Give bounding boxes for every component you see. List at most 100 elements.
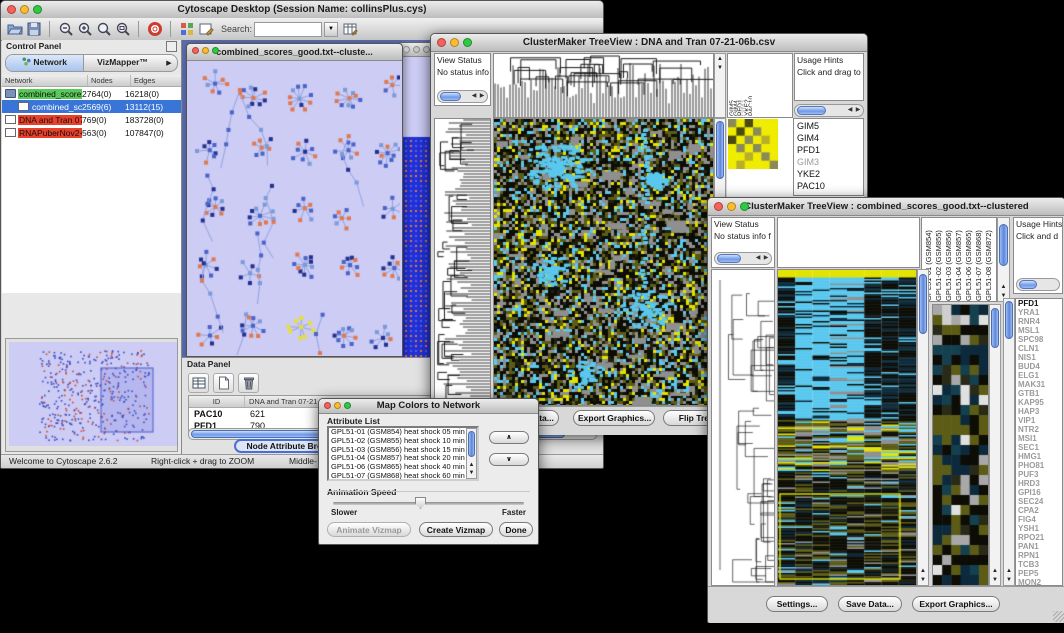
move-up-button[interactable]: ∧	[489, 431, 529, 444]
vscroll-thumb[interactable]	[1005, 301, 1013, 339]
gene-label[interactable]: SPC98	[1018, 335, 1062, 344]
tab-vizmapper[interactable]: VizMapper™	[84, 55, 161, 71]
gene-label[interactable]: ELG1	[1018, 371, 1062, 380]
usage-hints-scrollbar[interactable]	[1016, 278, 1060, 291]
gene-label[interactable]: CPA2	[1018, 506, 1062, 515]
scroll-up-icon[interactable]	[998, 283, 1009, 292]
column-label[interactable]: GPL51-03 (GSM856)	[944, 219, 954, 301]
scroll-thumb[interactable]	[1019, 280, 1037, 289]
gene-label[interactable]: MSL1	[1018, 326, 1062, 335]
view-status-scrollbar[interactable]	[714, 252, 772, 265]
speed-slider-track[interactable]	[333, 502, 524, 505]
scroll-down-icon[interactable]	[918, 576, 928, 585]
column-label[interactable]: GPL51-06 (GSM865)	[964, 219, 974, 301]
zoom-out-icon[interactable]	[56, 20, 75, 38]
gene-label[interactable]: YSH1	[1018, 524, 1062, 533]
gene-label[interactable]: PHO81	[1018, 461, 1062, 470]
minimize-icon[interactable]	[450, 38, 459, 47]
create-vizmap-button[interactable]: Create Vizmap	[419, 522, 493, 537]
treeview2-titlebar[interactable]: ClusterMaker TreeView : combined_scores_…	[708, 198, 1064, 216]
scroll-down-icon[interactable]	[715, 64, 725, 73]
scroll-left-icon[interactable]	[846, 105, 854, 116]
zoom-window-icon[interactable]	[463, 38, 472, 47]
col-id[interactable]: ID	[189, 396, 245, 407]
column-dendrogram-canvas[interactable]	[494, 54, 713, 117]
gene-label[interactable]: HRD3	[1018, 479, 1062, 488]
row-dendrogram-canvas[interactable]	[435, 119, 490, 405]
scroll-up-icon[interactable]	[990, 567, 1000, 576]
heatmap-canvas[interactable]	[778, 270, 916, 585]
gene-label[interactable]: PFD1	[1018, 299, 1062, 308]
column-label[interactable]: PAC10	[748, 55, 752, 116]
trash-icon[interactable]	[238, 373, 259, 393]
scroll-down-icon[interactable]	[1004, 576, 1014, 585]
save-icon[interactable]	[24, 20, 43, 38]
zoom-selected-icon[interactable]	[94, 20, 113, 38]
gene-label[interactable]: GPI16	[1018, 488, 1062, 497]
vizmapper-icon[interactable]	[177, 20, 196, 38]
export-graphics-button[interactable]: Export Graphics...	[912, 596, 1000, 612]
traffic-lights[interactable]	[324, 402, 351, 409]
new-doc-icon[interactable]	[213, 373, 234, 393]
gene-label[interactable]: HMG1	[1018, 452, 1062, 461]
column-label[interactable]: GPL51-02 (GSM855)	[934, 219, 944, 301]
gene-label[interactable]: SEC1	[1018, 443, 1062, 452]
scroll-right-icon[interactable]	[854, 105, 862, 116]
search-dropdown-icon[interactable]	[324, 22, 338, 37]
close-icon[interactable]	[714, 202, 723, 211]
close-icon[interactable]	[7, 5, 16, 14]
zoom-window-icon[interactable]	[344, 402, 351, 409]
gene-label[interactable]: MAK31	[1018, 380, 1062, 389]
traffic-lights[interactable]	[437, 38, 472, 47]
network-row[interactable]: DNA and Tran 07 769(0) 183728(0)	[2, 113, 181, 126]
scroll-thumb[interactable]	[440, 92, 461, 101]
traffic-lights[interactable]	[7, 5, 42, 14]
listbox-vscrollbar[interactable]	[466, 428, 477, 479]
gene-label[interactable]: GIM5	[797, 120, 863, 132]
scroll-down-icon[interactable]	[467, 469, 476, 478]
help-ring-icon[interactable]	[145, 20, 164, 38]
column-mini-scrollbar[interactable]	[714, 53, 726, 118]
vscroll-thumb[interactable]	[919, 274, 927, 334]
zoom-in-icon[interactable]	[75, 20, 94, 38]
close-icon[interactable]	[437, 38, 446, 47]
gene-label[interactable]: GIM3	[797, 156, 863, 168]
network-view-titlebar[interactable]: combined_scores_good.txt--cluste...	[187, 44, 402, 61]
tab-network[interactable]: Network	[6, 55, 84, 71]
gene-label[interactable]: FIG4	[1018, 515, 1062, 524]
scroll-down-icon[interactable]	[990, 576, 1000, 585]
gene-label[interactable]: MON2	[1018, 578, 1062, 586]
traffic-lights-inactive[interactable]	[403, 46, 430, 53]
save-data-button[interactable]: Save Data...	[838, 596, 902, 612]
minimize-icon[interactable]	[202, 47, 209, 54]
move-down-button[interactable]: ∨	[489, 453, 529, 466]
zoom-window-icon[interactable]	[740, 202, 749, 211]
open-icon[interactable]	[5, 20, 24, 38]
more-tabs-button[interactable]: ▶	[161, 56, 177, 71]
gene-label[interactable]: PAC10	[797, 180, 863, 192]
gene-label[interactable]: NTR2	[1018, 425, 1062, 434]
column-label[interactable]: GPL51-08 (GSM872)	[984, 219, 994, 301]
gene-label[interactable]: HAP3	[1018, 407, 1062, 416]
view-status-scrollbar[interactable]	[437, 90, 488, 103]
minimize-icon[interactable]	[727, 202, 736, 211]
scroll-thumb[interactable]	[717, 254, 741, 263]
zoom-window-icon[interactable]	[33, 5, 42, 14]
traffic-lights[interactable]	[192, 47, 219, 54]
vscroll-thumb[interactable]	[468, 431, 475, 457]
animate-vizmap-button[interactable]: Animate Vizmap	[327, 522, 411, 537]
col-network[interactable]: Network	[2, 75, 88, 86]
gene-label[interactable]: RPO21	[1018, 533, 1062, 542]
vscroll-thumb[interactable]	[716, 121, 724, 179]
gene-label[interactable]: PFD1	[797, 144, 863, 156]
gene-label[interactable]: NIS1	[1018, 353, 1062, 362]
gene-label[interactable]: RNR4	[1018, 317, 1062, 326]
gene-label[interactable]: PUF3	[1018, 470, 1062, 479]
scroll-up-icon[interactable]	[1004, 567, 1014, 576]
annotation-icon[interactable]	[196, 20, 215, 38]
dialog-titlebar[interactable]: Map Colors to Network	[319, 399, 538, 414]
table-icon[interactable]	[188, 373, 209, 393]
zoom-fit-icon[interactable]	[113, 20, 132, 38]
float-panel-icon[interactable]	[166, 41, 177, 52]
scroll-thumb[interactable]	[797, 106, 826, 115]
